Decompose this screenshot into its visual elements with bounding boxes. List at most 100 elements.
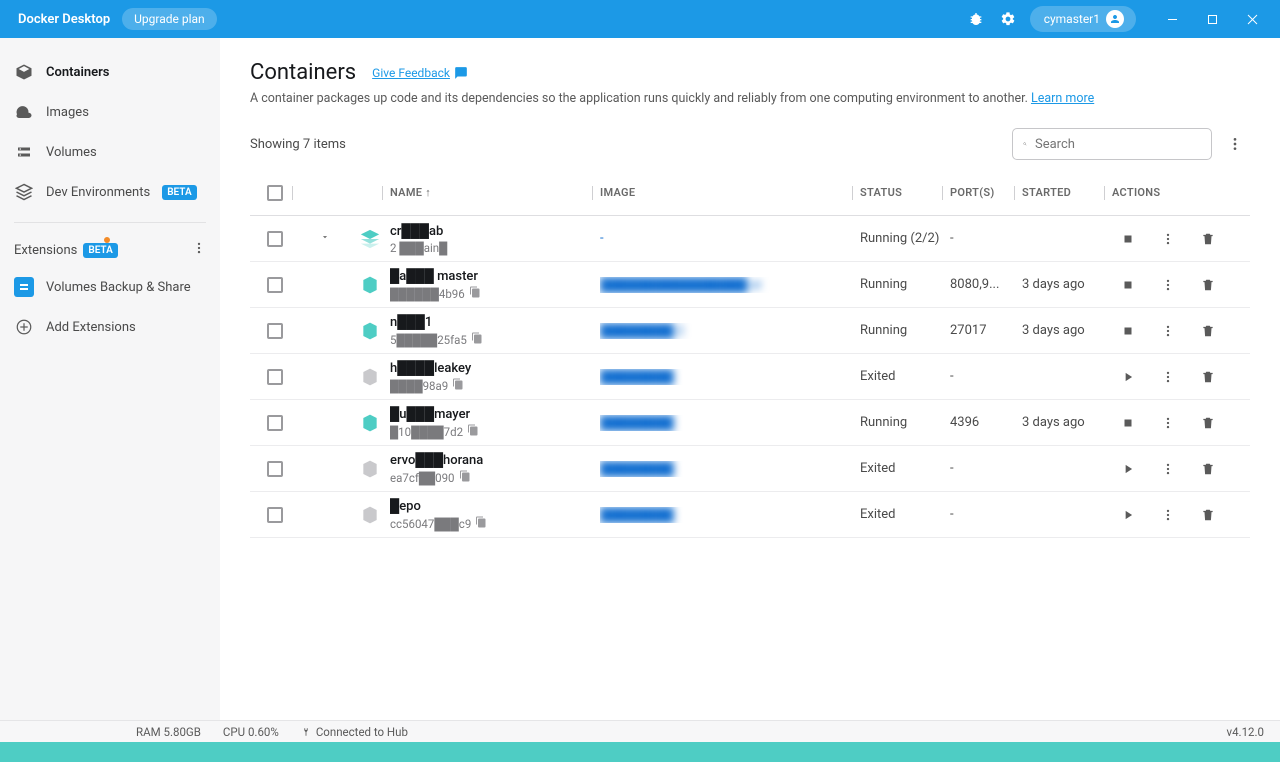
started-text: 3 days ago bbox=[1022, 277, 1112, 292]
sidebar-item-volbackup[interactable]: Volumes Backup & Share bbox=[0, 267, 220, 307]
hub-status: Connected to Hub bbox=[301, 725, 408, 739]
stop-button[interactable] bbox=[1112, 315, 1144, 347]
col-status[interactable]: STATUS bbox=[860, 186, 902, 199]
delete-button[interactable] bbox=[1192, 315, 1224, 347]
delete-button[interactable] bbox=[1192, 223, 1224, 255]
table-row[interactable]: ervo███horana ea7cf██090 ████████ Exited… bbox=[250, 446, 1250, 492]
sidebar-item-addext[interactable]: Add Extensions bbox=[0, 307, 220, 347]
delete-button[interactable] bbox=[1192, 499, 1224, 531]
table-row[interactable]: █epo cc56047███c9 ████████ Exited - bbox=[250, 492, 1250, 538]
col-name[interactable]: NAME bbox=[390, 186, 422, 199]
image-name[interactable]: ████████ bbox=[600, 507, 860, 523]
col-actions: ACTIONS bbox=[1112, 186, 1160, 199]
delete-button[interactable] bbox=[1192, 453, 1224, 485]
row-more-button[interactable] bbox=[1152, 269, 1184, 301]
gear-icon[interactable] bbox=[998, 9, 1018, 29]
user-menu[interactable]: cymaster1 bbox=[1030, 6, 1136, 32]
learn-more-link[interactable]: Learn more bbox=[1031, 91, 1094, 106]
ports-text[interactable]: - bbox=[950, 369, 1022, 384]
select-all-checkbox[interactable] bbox=[267, 185, 283, 201]
row-more-button[interactable] bbox=[1152, 361, 1184, 393]
ports-text[interactable]: - bbox=[950, 507, 1022, 522]
sidebar-item-volumes[interactable]: Volumes bbox=[0, 132, 220, 172]
container-name[interactable]: █a███ master bbox=[390, 268, 600, 284]
container-name[interactable]: ervo███horana bbox=[390, 452, 600, 468]
row-checkbox[interactable] bbox=[267, 323, 283, 339]
row-more-button[interactable] bbox=[1152, 223, 1184, 255]
copy-icon[interactable] bbox=[471, 332, 483, 347]
container-name[interactable]: █epo bbox=[390, 498, 600, 514]
chevron-down-icon[interactable] bbox=[320, 231, 330, 246]
upgrade-button[interactable]: Upgrade plan bbox=[122, 8, 217, 30]
bug-icon[interactable] bbox=[966, 9, 986, 29]
col-started[interactable]: STARTED bbox=[1022, 186, 1071, 199]
image-name[interactable]: - bbox=[600, 231, 860, 246]
row-checkbox[interactable] bbox=[267, 415, 283, 431]
sidebar-item-images[interactable]: Images bbox=[0, 92, 220, 132]
container-name[interactable]: n███1 bbox=[390, 314, 600, 330]
table-row[interactable]: h████leakey ████98a9 ████████ Exited - bbox=[250, 354, 1250, 400]
extensions-header: Extensions BETA bbox=[0, 233, 220, 267]
delete-button[interactable] bbox=[1192, 269, 1224, 301]
row-more-button[interactable] bbox=[1152, 453, 1184, 485]
image-name[interactable]: ████████ bbox=[600, 461, 860, 477]
container-icon bbox=[359, 458, 381, 480]
close-button[interactable] bbox=[1232, 0, 1272, 38]
col-image[interactable]: IMAGE bbox=[600, 186, 635, 199]
play-button[interactable] bbox=[1112, 453, 1144, 485]
container-icon bbox=[359, 504, 381, 526]
copy-icon[interactable] bbox=[459, 470, 471, 485]
copy-icon[interactable] bbox=[475, 516, 487, 531]
container-name[interactable]: cr███ab bbox=[390, 223, 600, 239]
stop-button[interactable] bbox=[1112, 269, 1144, 301]
version-label: v4.12.0 bbox=[1227, 725, 1265, 739]
status-text: Exited bbox=[860, 507, 950, 522]
row-checkbox[interactable] bbox=[267, 461, 283, 477]
image-name[interactable]: ████████:2 bbox=[600, 323, 860, 339]
row-more-button[interactable] bbox=[1152, 499, 1184, 531]
sidebar-item-containers[interactable]: Containers bbox=[0, 52, 220, 92]
row-checkbox[interactable] bbox=[267, 231, 283, 247]
table-row[interactable]: n███1 5█████25fa5 ████████:2 Running 270… bbox=[250, 308, 1250, 354]
row-checkbox[interactable] bbox=[267, 277, 283, 293]
ports-text[interactable]: 8080,9... bbox=[950, 277, 1022, 292]
container-name[interactable]: h████leakey bbox=[390, 360, 600, 376]
col-ports[interactable]: PORT(S) bbox=[950, 186, 995, 199]
ports-text[interactable]: - bbox=[950, 461, 1022, 476]
copy-icon[interactable] bbox=[452, 378, 464, 393]
ports-text[interactable]: - bbox=[950, 231, 1022, 246]
table-row[interactable]: cr███ab 2 ███ain█ - Running (2/2) - bbox=[250, 216, 1250, 262]
table-row[interactable]: █u███mayer █10████7d2 ████████ Running 4… bbox=[250, 400, 1250, 446]
image-name[interactable]: ████████████████:st bbox=[600, 277, 860, 293]
delete-button[interactable] bbox=[1192, 407, 1224, 439]
row-checkbox[interactable] bbox=[267, 369, 283, 385]
table-row[interactable]: █a███ master ██████4b96 ████████████████… bbox=[250, 262, 1250, 308]
more-icon[interactable] bbox=[192, 241, 206, 259]
volumes-icon bbox=[14, 142, 34, 162]
row-more-button[interactable] bbox=[1152, 315, 1184, 347]
delete-button[interactable] bbox=[1192, 361, 1224, 393]
row-checkbox[interactable] bbox=[267, 507, 283, 523]
list-more-button[interactable] bbox=[1220, 129, 1250, 159]
minimize-button[interactable] bbox=[1152, 0, 1192, 38]
play-button[interactable] bbox=[1112, 361, 1144, 393]
ports-text[interactable]: 27017 bbox=[950, 323, 1022, 338]
row-more-button[interactable] bbox=[1152, 407, 1184, 439]
stop-button[interactable] bbox=[1112, 223, 1144, 255]
copy-icon[interactable] bbox=[467, 424, 479, 439]
search-field[interactable] bbox=[1035, 137, 1201, 152]
image-name[interactable]: ████████ bbox=[600, 415, 860, 431]
maximize-button[interactable] bbox=[1192, 0, 1232, 38]
sidebar-item-label: Volumes bbox=[46, 145, 97, 160]
copy-icon[interactable] bbox=[469, 286, 481, 301]
search-input[interactable] bbox=[1012, 128, 1212, 160]
feedback-link[interactable]: Give Feedback bbox=[372, 66, 468, 80]
ports-text[interactable]: 4396 bbox=[950, 415, 1022, 430]
image-name[interactable]: ████████ bbox=[600, 369, 860, 385]
container-icon bbox=[359, 320, 381, 342]
container-name[interactable]: █u███mayer bbox=[390, 406, 600, 422]
play-button[interactable] bbox=[1112, 499, 1144, 531]
stop-button[interactable] bbox=[1112, 407, 1144, 439]
container-icon bbox=[359, 274, 381, 296]
sidebar-item-devenv[interactable]: Dev Environments BETA bbox=[0, 172, 220, 212]
